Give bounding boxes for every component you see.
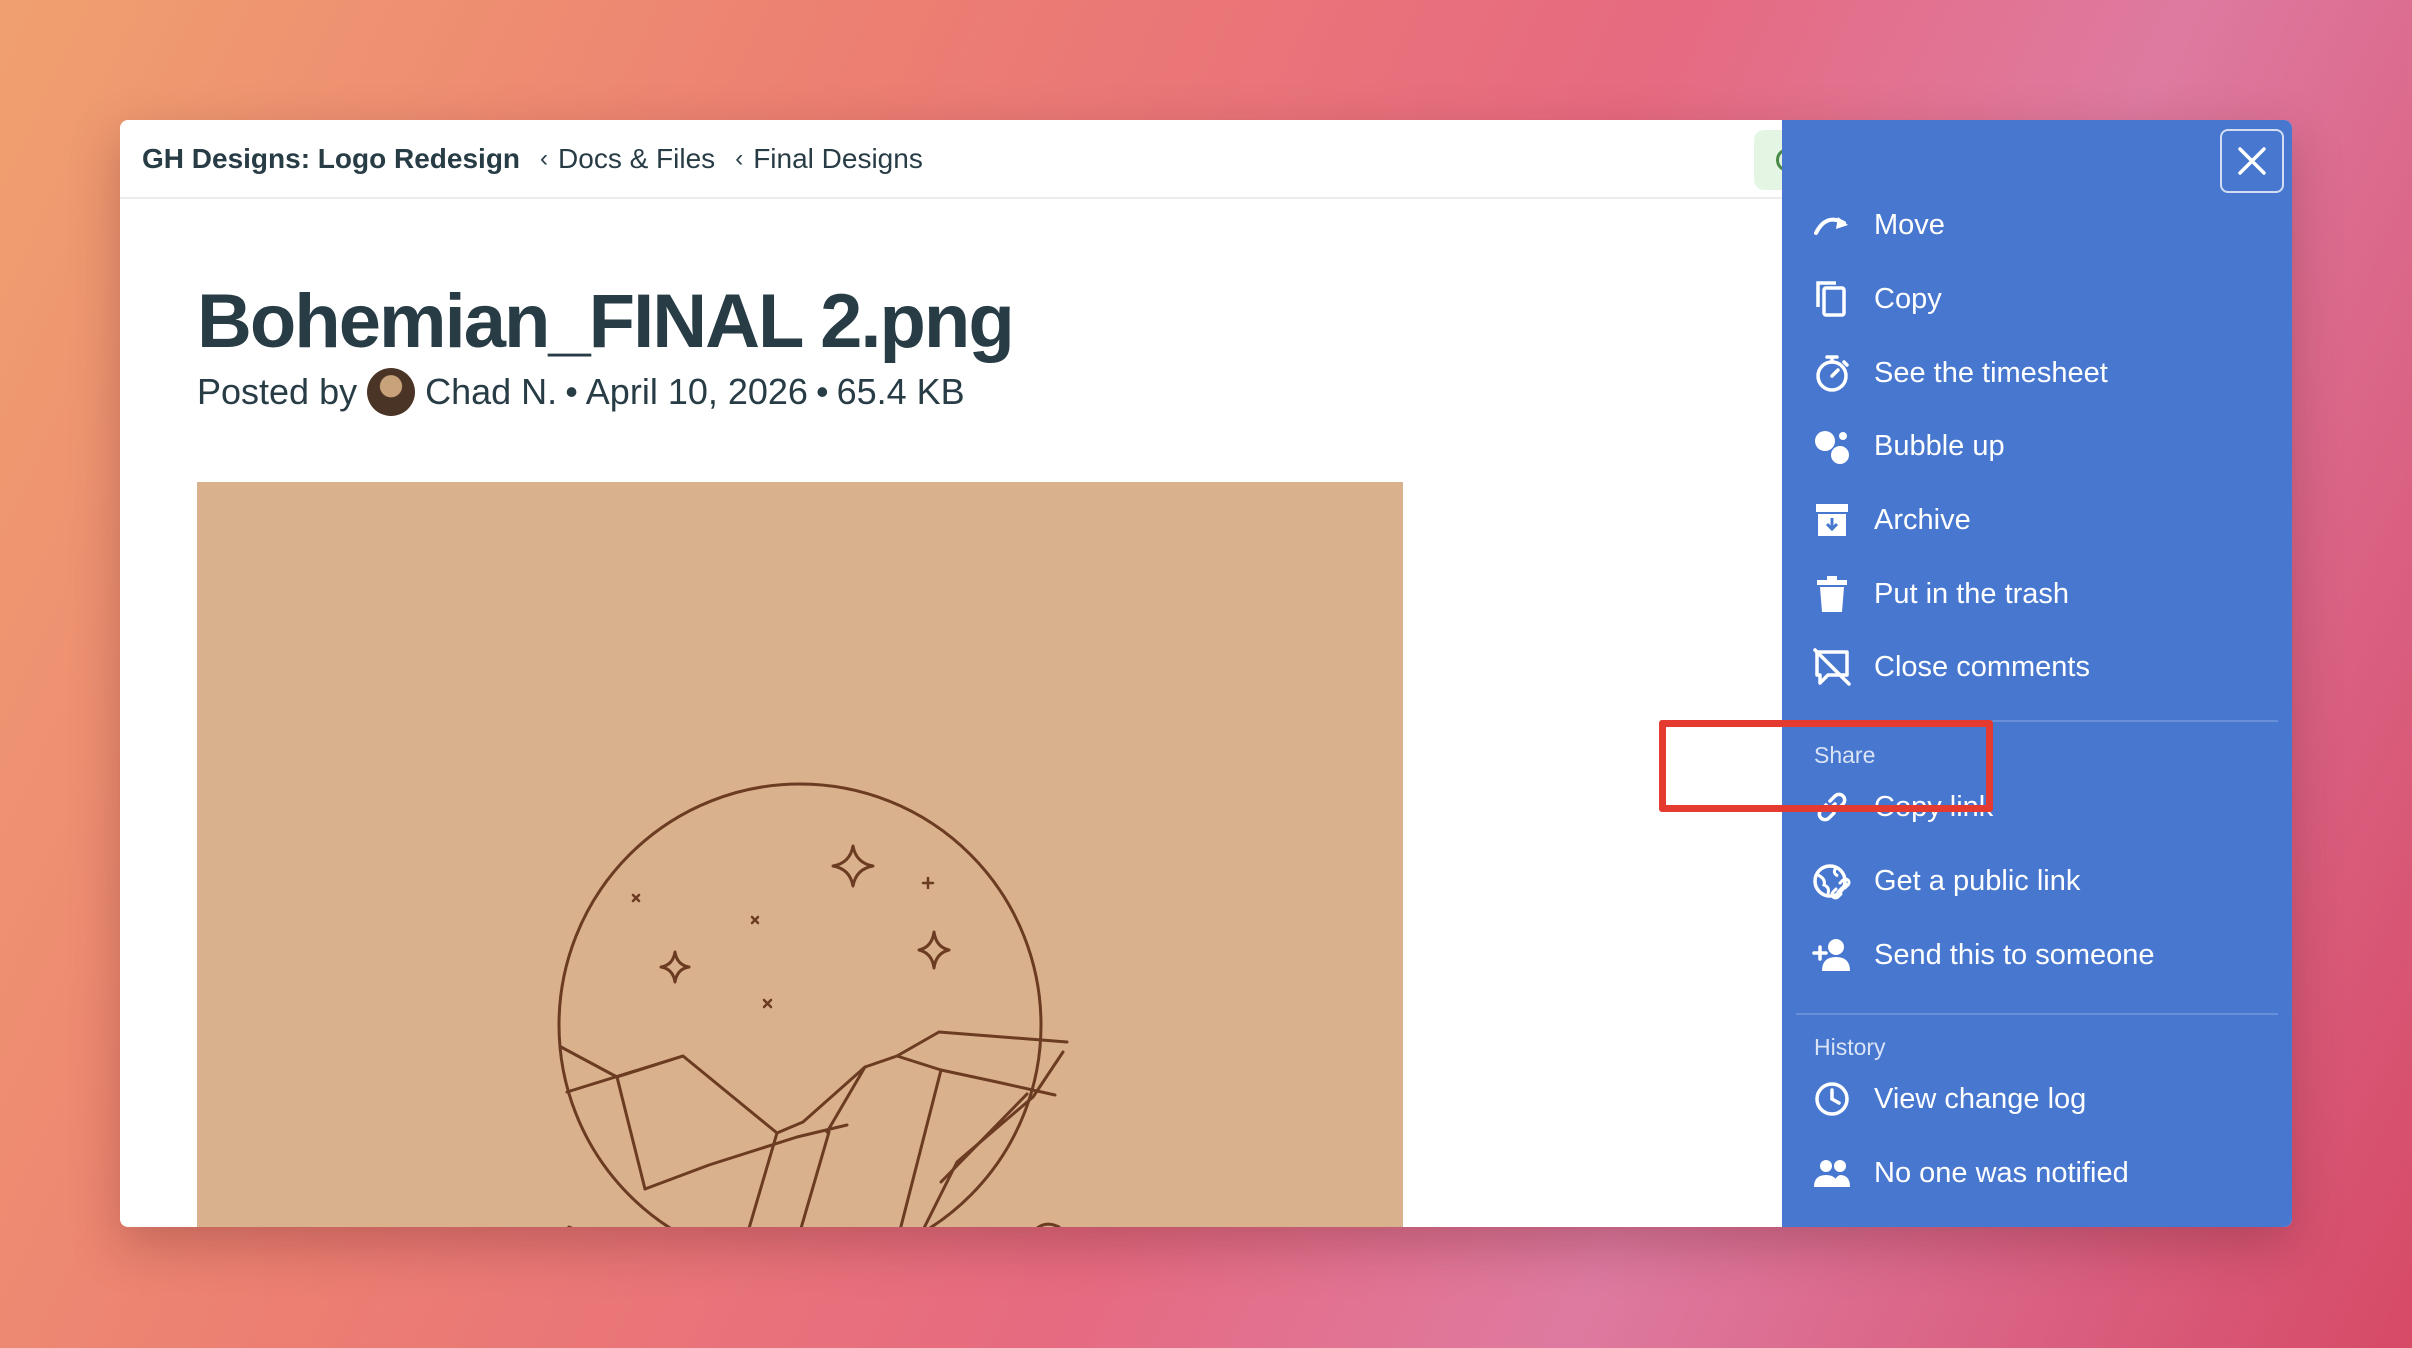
close-button[interactable]	[2220, 129, 2284, 193]
image-preview[interactable]	[197, 482, 1403, 1227]
breadcrumb-separator: ‹	[735, 144, 744, 172]
clock-icon	[1812, 1079, 1852, 1119]
menu-item-label: Archive	[1874, 503, 1971, 536]
divider	[1796, 1013, 2278, 1015]
breadcrumb-separator: ‹	[540, 144, 549, 172]
menu-item-label: Move	[1874, 208, 1945, 241]
breadcrumb-project-link[interactable]: GH Designs: Logo Redesign	[142, 143, 520, 175]
menu-item-label: Close comments	[1874, 650, 2090, 683]
menu-item-label: Bubble up	[1874, 429, 2005, 462]
stopwatch-icon	[1812, 353, 1852, 393]
bubble-icon	[1812, 426, 1852, 466]
menu-item-archive[interactable]: Archive	[1782, 487, 2292, 553]
posted-by-label: Posted by	[197, 371, 358, 412]
add-person-icon	[1812, 935, 1852, 975]
menu-item-trash[interactable]: Put in the trash	[1782, 561, 2292, 627]
menu-item-get-public-link[interactable]: Get a public link	[1782, 848, 2292, 914]
menu-item-send-to-someone[interactable]: Send this to someone	[1782, 922, 2292, 988]
copy-icon	[1812, 279, 1852, 319]
people-icon	[1812, 1153, 1852, 1193]
menu-item-move[interactable]: Move	[1782, 192, 2292, 258]
menu-item-label: Copy	[1874, 282, 1942, 315]
divider	[1796, 720, 2278, 722]
menu-item-label: Copy link	[1874, 790, 1994, 823]
mountain-logo-artwork	[557, 782, 1069, 1227]
globe-link-icon	[1812, 861, 1852, 901]
post-date: April 10, 2026	[585, 371, 808, 412]
menu-item-close-comments[interactable]: Close comments	[1782, 634, 2292, 700]
file-options-panel: Move Copy See the timesheet Bubble up Ar	[1782, 120, 2292, 1227]
close-icon	[2238, 147, 2266, 175]
meta-separator: •	[565, 371, 578, 412]
share-section-label: Share	[1814, 742, 1876, 768]
menu-item-see-timesheet[interactable]: See the timesheet	[1782, 340, 2292, 406]
avatar[interactable]	[367, 368, 416, 416]
menu-item-label: Send this to someone	[1874, 938, 2155, 971]
breadcrumb-final-designs-link[interactable]: Final Designs	[753, 143, 923, 175]
app-window: GH Designs: Logo Redesign ‹ Docs & Files…	[120, 120, 2292, 1227]
menu-item-view-change-log[interactable]: View change log	[1782, 1066, 2292, 1132]
menu-item-label: Get a public link	[1874, 864, 2081, 897]
menu-item-label: View change log	[1874, 1082, 2087, 1115]
link-icon	[1812, 787, 1852, 827]
meta-separator: •	[815, 371, 829, 412]
menu-item-copy[interactable]: Copy	[1782, 266, 2292, 332]
menu-item-label: No one was notified	[1874, 1156, 2129, 1189]
archive-box-icon	[1812, 500, 1852, 540]
history-section-label: History	[1814, 1034, 1886, 1060]
file-meta: Posted by Chad N. • April 10, 2026 • 65.…	[197, 368, 965, 416]
author-name[interactable]: Chad N.	[425, 371, 557, 413]
menu-item-notified[interactable]: No one was notified	[1782, 1140, 2292, 1206]
breadcrumb-docs-files-link[interactable]: Docs & Files	[558, 143, 715, 175]
menu-item-copy-link[interactable]: Copy link	[1782, 774, 2292, 840]
file-size: 65.4 KB	[836, 371, 965, 412]
menu-item-label: Put in the trash	[1874, 577, 2070, 610]
trash-icon	[1812, 574, 1852, 614]
move-arrow-icon	[1812, 205, 1852, 245]
page-title: Bohemian_FINAL 2.png	[197, 279, 1015, 364]
comment-off-icon	[1812, 647, 1852, 687]
menu-item-bubble-up[interactable]: Bubble up	[1782, 413, 2292, 479]
breadcrumb: GH Designs: Logo Redesign ‹ Docs & Files…	[120, 120, 1782, 199]
menu-item-label: See the timesheet	[1874, 356, 2108, 389]
